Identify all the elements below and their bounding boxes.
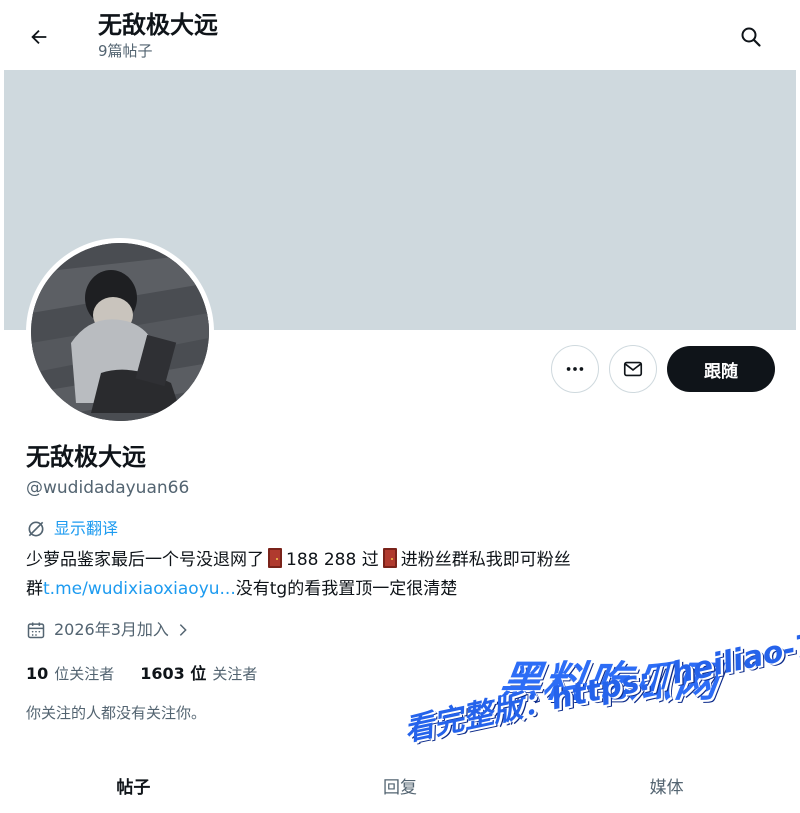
top-bar: 无敌极大远 9篇帖子 [0,0,800,70]
watermark-url: 看完整版：https://heiliao-71.com [401,605,800,749]
followers-count: 1603 位 [140,664,207,683]
back-button[interactable] [22,20,56,54]
envelope-icon [623,361,643,377]
tab-media[interactable]: 媒体 [533,758,800,813]
profile-name: 无敌极大远 [26,443,146,471]
tab-replies[interactable]: 回复 [267,758,534,813]
more-button[interactable] [551,345,599,393]
following-count: 10 [26,664,49,683]
bio-text: 进粉丝群私我即可粉丝 [400,550,571,570]
following-label: 位关注者 [54,665,115,683]
more-horizontal-icon [566,367,584,371]
translate-icon [28,521,44,537]
bio-text: 群 [26,579,43,599]
post-count: 9篇帖子 [98,42,153,60]
bio-text: 没有tg的看我置顶一定很清楚 [235,579,458,599]
profile-bio: 少萝品鉴家最后一个号没退网了 188 288 过 进粉丝群私我即可粉丝 群t.me/… [26,546,686,604]
search-button[interactable] [734,20,768,54]
translate-label: 显示翻译 [54,519,119,538]
bio-text: 188 288 过 [286,550,379,570]
mutual-follow-note: 你关注的人都没有关注你。 [26,704,207,722]
bio-text: 少萝品鉴家最后一个号没退网了 [26,550,264,570]
header-title-block: 无敌极大远 9篇帖子 [98,8,218,60]
show-translation-link[interactable]: 显示翻译 [26,518,118,540]
profile-actions: 跟随 [0,345,800,393]
joined-date[interactable]: 2026年3月加入 [26,618,191,642]
bio-link[interactable]: t.me/wudixiaoxiaoyu... [43,579,236,599]
chevron-right-icon [179,624,187,636]
message-button[interactable] [609,345,657,393]
followers-label: 关注者 [212,665,258,683]
arrow-left-icon [31,29,47,45]
avatar[interactable] [26,238,214,426]
followers-stat[interactable]: 1603 位 关注者 [140,662,257,686]
search-icon [741,27,761,47]
avatar-image [31,243,209,421]
following-stat[interactable]: 10 位关注者 [26,662,114,686]
calendar-icon [27,622,45,639]
tab-posts[interactable]: 帖子 [0,758,267,813]
door-emoji-icon [268,548,282,568]
avatar-photo [31,243,209,421]
follow-stats: 10 位关注者 1603 位 关注者 [26,662,283,686]
door-emoji-icon [382,548,397,568]
page-title: 无敌极大远 [98,11,218,39]
profile-handle: @wudidadayuan66 [26,478,190,498]
joined-label: 2026年3月加入 [54,620,169,639]
profile-tabs: 帖子 回复 媒体 [0,758,800,813]
follow-button[interactable]: 跟随 [667,346,775,392]
watermark-title: 黑料吃瓜网 [496,657,724,706]
